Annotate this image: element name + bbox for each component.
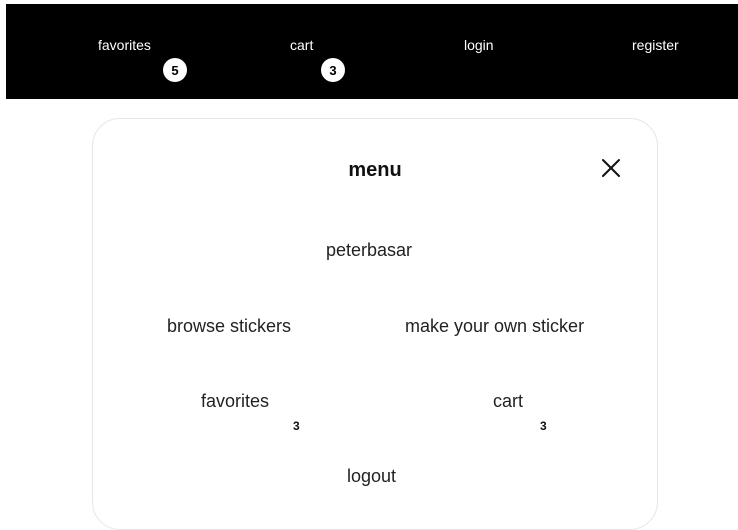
browse-stickers-link[interactable]: browse stickers — [167, 316, 291, 337]
nav-login-link[interactable]: login — [464, 37, 494, 53]
menu-favorites-link[interactable]: favorites — [201, 391, 269, 412]
menu-favorites-count: 3 — [293, 419, 300, 433]
menu-panel: menu peterbasar browse stickers make you… — [92, 118, 658, 530]
nav-register-link[interactable]: register — [632, 37, 679, 53]
menu-title: menu — [348, 159, 402, 181]
close-button[interactable] — [597, 154, 625, 182]
favorites-count-badge: 5 — [163, 58, 187, 82]
close-icon — [602, 159, 620, 177]
nav-favorites-link[interactable]: favorites — [98, 37, 151, 53]
menu-cart-link[interactable]: cart — [493, 391, 523, 412]
top-nav-bar: favorites 5 cart 3 login register — [6, 4, 738, 99]
nav-cart-link[interactable]: cart — [290, 37, 313, 53]
cart-count-badge: 3 — [321, 58, 345, 82]
menu-cart-count: 3 — [540, 419, 547, 433]
make-own-sticker-link[interactable]: make your own sticker — [405, 316, 584, 337]
username-link[interactable]: peterbasar — [326, 240, 412, 261]
logout-link[interactable]: logout — [347, 466, 396, 487]
